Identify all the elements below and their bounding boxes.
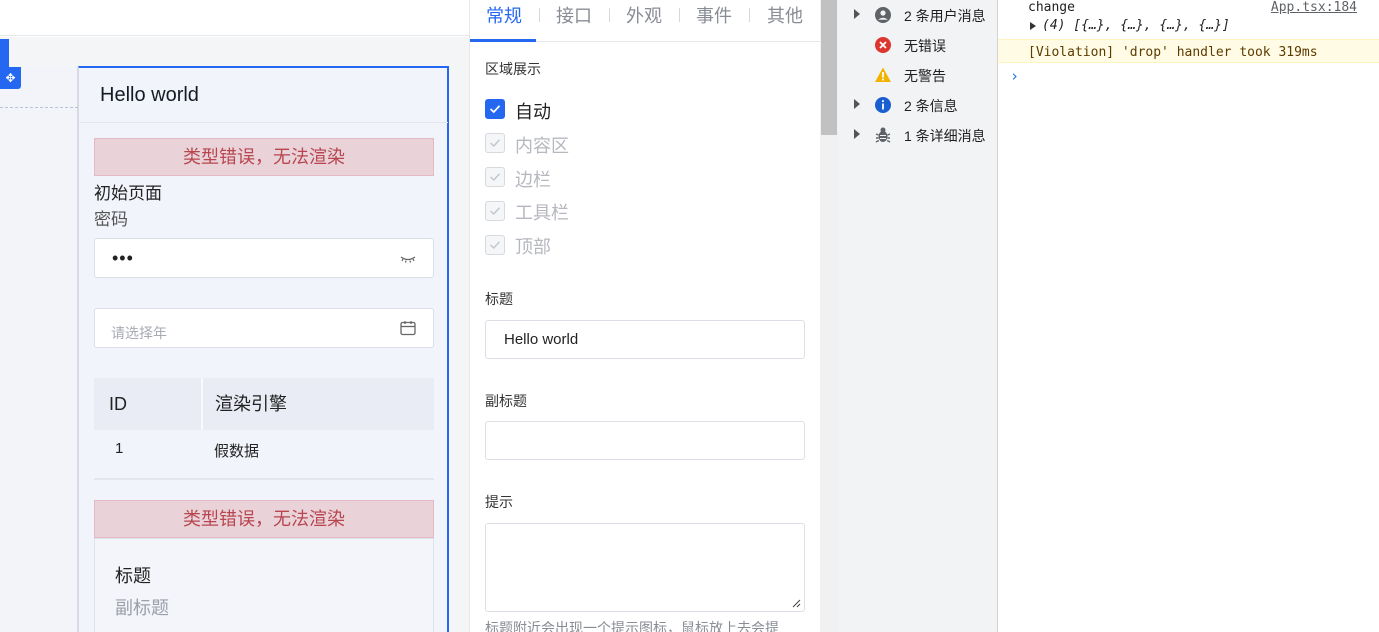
console-panel: change App.tsx:184 (4) [{…}, {…}, {…}, {… <box>998 0 1379 632</box>
sidebar-item-user-messages[interactable]: 2 条用户消息 <box>838 0 998 30</box>
expand-arrow-icon[interactable] <box>854 129 860 139</box>
title-input-value: Hello world <box>504 331 579 348</box>
console-log-text: change <box>1028 0 1075 15</box>
password-input[interactable]: ••• <box>94 238 434 278</box>
card-title: 标题 <box>115 566 151 586</box>
sidebar-item-info[interactable]: 2 条信息 <box>838 90 998 120</box>
sidebar-item-label: 1 条详细消息 <box>904 128 986 144</box>
sidebar-item-errors[interactable]: 无错误 <box>838 30 998 60</box>
sidebar-item-label: 2 条用户消息 <box>904 8 986 24</box>
column-header-engine[interactable]: 渲染引擎 <box>215 378 287 430</box>
expand-arrow-icon[interactable] <box>1030 22 1036 30</box>
tab-other[interactable]: 其他 <box>767 2 803 28</box>
tab-appearance[interactable]: 外观 <box>626 2 662 28</box>
hint-textarea[interactable] <box>485 523 805 612</box>
panel-tabs: 常规 接口 外观 事件 其他 <box>470 0 821 42</box>
sidebar-item-label: 无警告 <box>904 68 946 84</box>
panel-scrollbar-thumb[interactable] <box>821 0 837 135</box>
aside-region[interactable] <box>0 67 78 632</box>
bug-icon <box>875 127 891 143</box>
resize-grip-icon[interactable] <box>792 599 801 608</box>
table-cell-id: 1 <box>115 440 124 457</box>
console-source-link[interactable]: App.tsx:184 <box>1271 0 1357 15</box>
column-divider <box>201 378 203 430</box>
tab-separator <box>679 8 680 22</box>
year-placeholder: 请选择年 <box>111 325 167 341</box>
expand-arrow-icon[interactable] <box>854 99 860 109</box>
render-error-alert: 类型错误，无法渲染 <box>94 138 434 176</box>
check-icon <box>489 105 501 114</box>
app-root: { "canvas": { "page_title": "Hello world… <box>0 0 1379 632</box>
card-subtitle: 副标题 <box>115 598 169 618</box>
tab-separator <box>749 8 750 22</box>
console-violation-text: [Violation] 'drop' handler took 319ms <box>1028 45 1318 60</box>
checkbox-content-label: 内容区 <box>515 136 569 156</box>
render-error-alert: 类型错误，无法渲染 <box>94 500 434 538</box>
sidebar-item-label: 无错误 <box>904 38 946 54</box>
column-header-id[interactable]: ID <box>109 378 127 430</box>
info-icon <box>875 97 891 113</box>
tab-general[interactable]: 常规 <box>486 2 522 28</box>
canvas-toolbar <box>0 0 469 36</box>
tab-separator <box>609 8 610 22</box>
console-sidebar: 2 条用户消息 无错误 无警告 2 条信息 1 条详细消息 <box>838 0 998 632</box>
page-title: Hello world <box>100 84 199 106</box>
checkbox-aside[interactable] <box>485 167 505 187</box>
checkbox-auto[interactable] <box>485 99 505 119</box>
subtitle-input[interactable] <box>485 421 805 460</box>
active-tab-indicator <box>470 39 536 42</box>
drag-handle-icon[interactable]: ✥ <box>0 67 21 89</box>
checkbox-content[interactable] <box>485 133 505 153</box>
year-picker[interactable]: 请选择年 <box>94 308 434 348</box>
property-panel: 常规 接口 外观 事件 其他 区域展示 自动 内容区 边栏 工具栏 顶部 标题 … <box>469 0 821 632</box>
tab-events[interactable]: 事件 <box>696 2 732 28</box>
initial-page-text: 初始页面 <box>94 184 162 203</box>
console-array-preview[interactable]: (4) [{…}, {…}, {…}, {…}] <box>1042 18 1230 33</box>
table-cell-engine: 假数据 <box>214 443 260 460</box>
expand-arrow-icon[interactable] <box>854 9 860 19</box>
console-violation-row: [Violation] 'drop' handler took 319ms <box>998 39 1379 63</box>
region-display-label: 区域展示 <box>485 61 541 77</box>
check-icon <box>489 139 501 148</box>
tab-api[interactable]: 接口 <box>556 2 592 28</box>
region-marker <box>0 39 9 67</box>
checkbox-header-label: 顶部 <box>515 237 551 257</box>
sidebar-item-warnings[interactable]: 无警告 <box>838 60 998 90</box>
tab-separator <box>539 8 540 22</box>
aside-divider <box>0 107 78 108</box>
title-field-label: 标题 <box>485 291 513 307</box>
calendar-icon <box>399 319 417 337</box>
eye-closed-icon[interactable] <box>399 249 417 267</box>
page-component[interactable]: Hello world 类型错误，无法渲染 初始页面 密码 ••• 请选择年 I… <box>78 66 449 632</box>
error-icon <box>875 37 891 53</box>
hint-field-label: 提示 <box>485 494 513 510</box>
table-header: ID 渲染引擎 <box>94 378 434 430</box>
check-icon <box>489 207 501 216</box>
checkbox-toolbar[interactable] <box>485 201 505 221</box>
sidebar-item-label: 2 条信息 <box>904 98 958 114</box>
editor-canvas: ✥ Hello world 类型错误，无法渲染 初始页面 密码 ••• 请选择年… <box>0 0 469 632</box>
checkbox-header[interactable] <box>485 235 505 255</box>
sidebar-item-verbose[interactable]: 1 条详细消息 <box>838 120 998 150</box>
page-header: Hello world <box>79 68 448 123</box>
hint-help-text: 标题附近会出现一个提示图标，鼠标放上去会提 <box>485 620 779 632</box>
data-table: ID 渲染引擎 1 假数据 <box>94 378 434 480</box>
card-component[interactable]: 标题 副标题 <box>94 538 434 632</box>
warning-icon <box>875 67 891 82</box>
password-label: 密码 <box>94 210 128 229</box>
password-value: ••• <box>112 248 134 268</box>
subtitle-field-label: 副标题 <box>485 393 527 409</box>
user-icon <box>875 7 891 23</box>
check-icon <box>489 173 501 182</box>
checkbox-aside-label: 边栏 <box>515 170 551 190</box>
checkbox-auto-label[interactable]: 自动 <box>515 98 551 124</box>
console-prompt-icon[interactable]: › <box>1010 67 1019 85</box>
check-icon <box>489 241 501 250</box>
title-input[interactable]: Hello world <box>485 320 805 359</box>
checkbox-toolbar-label: 工具栏 <box>515 203 569 223</box>
